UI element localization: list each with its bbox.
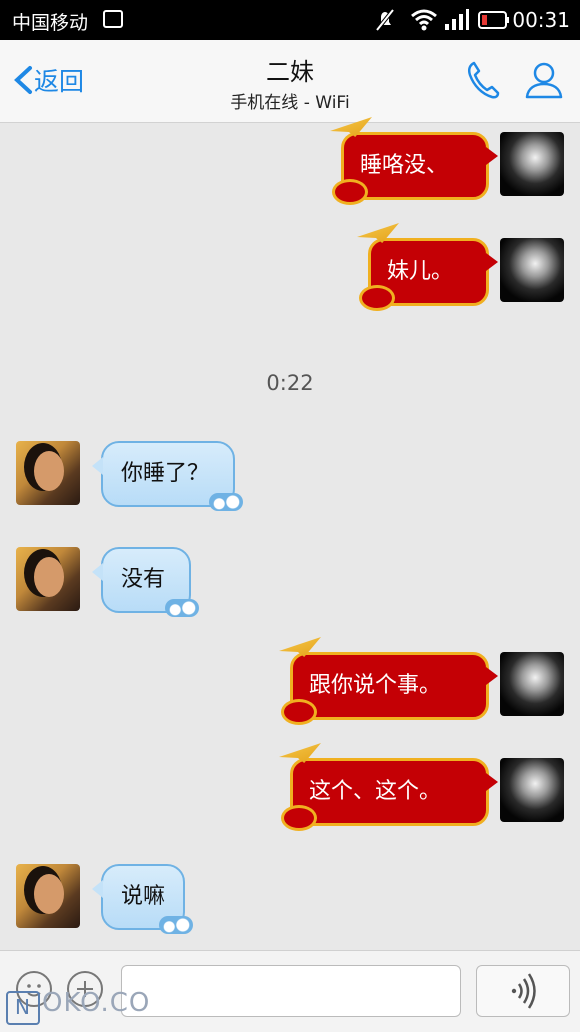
bubble-tail xyxy=(486,667,498,685)
watermark: N OKO.CO xyxy=(6,988,150,1025)
voice-button[interactable] xyxy=(476,965,570,1017)
my-avatar[interactable] xyxy=(500,132,564,196)
time-divider: 0:22 xyxy=(266,371,314,395)
chat-header: 返回 二妹 手机在线 - WiFi xyxy=(0,40,580,123)
status-time: 00:31 xyxy=(512,8,570,32)
message-text: 睡咯没、 xyxy=(360,153,449,178)
cloud-decoration-icon xyxy=(332,179,368,205)
paper-plane-icon xyxy=(279,637,321,657)
wave-decoration-icon xyxy=(159,916,193,934)
message-text: 这个、这个。 xyxy=(309,779,442,804)
outgoing-bubble[interactable]: 这个、这个。 xyxy=(279,743,498,831)
outgoing-bubble[interactable]: 妹儿。 xyxy=(357,223,498,311)
message-input[interactable] xyxy=(121,965,461,1017)
my-avatar[interactable] xyxy=(500,652,564,716)
bubble-tail xyxy=(486,147,498,165)
carrier-name: 中国移动 xyxy=(12,12,89,34)
bubble-tail xyxy=(486,253,498,271)
wave-decoration-icon xyxy=(209,493,243,511)
outgoing-bubble[interactable]: 跟你说个事。 xyxy=(279,637,498,725)
cloud-decoration-icon xyxy=(281,805,317,831)
image-notification-icon xyxy=(103,10,123,28)
my-avatar[interactable] xyxy=(500,238,564,302)
message-text: 没有 xyxy=(121,567,166,592)
watermark-logo-icon: N xyxy=(6,991,40,1025)
message-text: 你睡了？ xyxy=(121,461,210,486)
wave-decoration-icon xyxy=(165,599,199,617)
my-avatar[interactable] xyxy=(500,758,564,822)
voice-icon xyxy=(511,973,536,1009)
outgoing-bubble[interactable]: 睡咯没、 xyxy=(330,117,498,205)
profile-icon[interactable] xyxy=(524,60,564,100)
bubble-tail xyxy=(92,457,103,475)
mute-icon xyxy=(375,8,395,32)
bubble-tail xyxy=(92,880,103,898)
battery-icon xyxy=(478,11,509,29)
status-bar: 中国移动 00:31 xyxy=(0,0,580,40)
cloud-decoration-icon xyxy=(281,699,317,725)
contact-avatar[interactable] xyxy=(16,547,80,611)
paper-plane-icon xyxy=(279,743,321,763)
message-text: 妹儿。 xyxy=(387,259,454,284)
paper-plane-icon xyxy=(357,223,399,243)
contact-avatar[interactable] xyxy=(16,864,80,928)
bubble-tail xyxy=(92,563,103,581)
watermark-text: OKO.CO xyxy=(42,988,151,1018)
wifi-icon xyxy=(411,9,437,31)
message-text: 跟你说个事。 xyxy=(309,673,442,698)
contact-avatar[interactable] xyxy=(16,441,80,505)
bubble-tail xyxy=(486,773,498,791)
phone-icon[interactable] xyxy=(466,60,500,100)
message-text: 说嘛 xyxy=(121,884,166,909)
signal-icon xyxy=(445,9,469,30)
incoming-bubble[interactable]: 没有 xyxy=(92,547,199,617)
incoming-bubble[interactable]: 你睡了？ xyxy=(92,441,243,511)
cloud-decoration-icon xyxy=(359,285,395,311)
incoming-bubble[interactable]: 说嘛 xyxy=(92,864,193,934)
